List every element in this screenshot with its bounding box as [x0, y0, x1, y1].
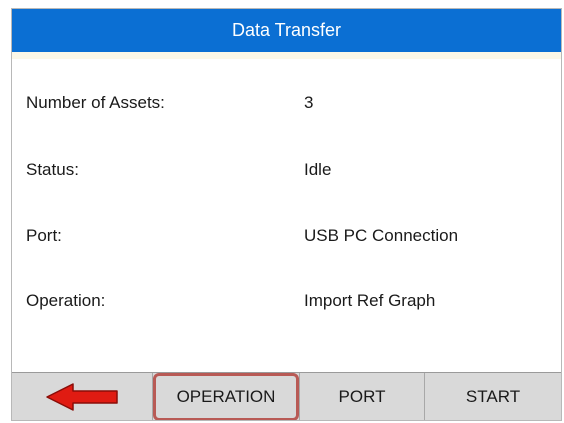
title-separator — [12, 52, 561, 59]
title-bar: Data Transfer — [12, 9, 561, 52]
softkey-bar: OPERATION PORT START — [12, 372, 561, 420]
field-label: Operation: — [26, 291, 106, 310]
field-row-operation: Operation: Import Ref Graph — [12, 287, 561, 317]
field-label: Port: — [26, 226, 62, 245]
start-button-label: START — [465, 386, 521, 406]
device-screen: Data Transfer Number of Assets: 3 Status… — [11, 8, 562, 421]
device-frame: Data Transfer Number of Assets: 3 Status… — [0, 0, 564, 423]
field-row-status: Status: Idle — [12, 156, 561, 186]
field-value: Idle — [304, 160, 332, 179]
field-value: USB PC Connection — [304, 226, 459, 245]
field-value: 3 — [304, 93, 314, 112]
field-row-port: Port: USB PC Connection — [12, 222, 561, 252]
page-title: Data Transfer — [231, 20, 342, 40]
field-row-number-of-assets: Number of Assets: 3 — [12, 89, 561, 119]
field-value: Import Ref Graph — [304, 291, 436, 310]
start-button[interactable]: START — [425, 373, 561, 420]
back-button[interactable] — [12, 373, 153, 420]
port-button-label: PORT — [338, 386, 386, 406]
field-label: Status: — [26, 160, 79, 179]
operation-button[interactable]: OPERATION — [153, 373, 300, 420]
port-button[interactable]: PORT — [300, 373, 425, 420]
field-label: Number of Assets: — [26, 93, 165, 112]
left-arrow-icon — [46, 382, 118, 411]
operation-button-label: OPERATION — [176, 386, 276, 406]
